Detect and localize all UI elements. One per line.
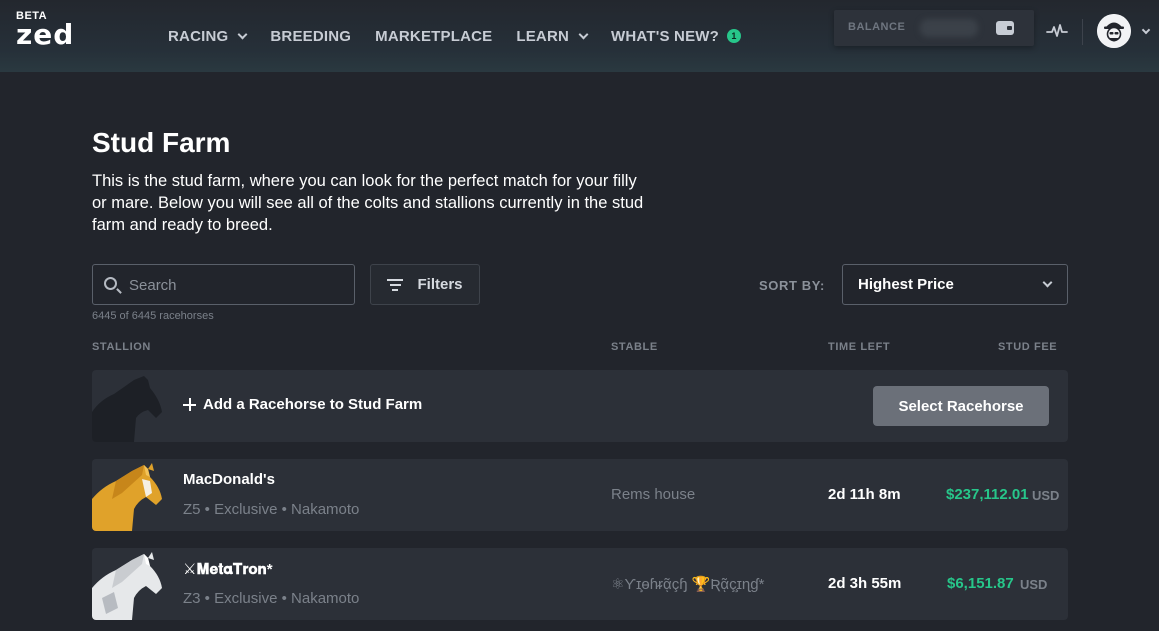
add-racehorse-link[interactable]: Add a Racehorse to Stud Farm (183, 396, 422, 413)
nav-whats-new-label: WHAT'S NEW? (611, 27, 720, 45)
search-icon (104, 277, 117, 290)
horse-stud-fee: $237,112.01 (946, 486, 1029, 503)
nav-marketplace-label: MARKETPLACE (375, 27, 493, 45)
column-header-stable: STABLE (611, 341, 658, 353)
sort-value: Highest Price (858, 276, 954, 293)
horse-time-left: 2d 11h 8m (828, 486, 901, 503)
add-racehorse-label: Add a Racehorse to Stud Farm (203, 396, 423, 413)
search-box[interactable] (92, 264, 355, 305)
chevron-down-icon (1042, 277, 1053, 288)
sort-select[interactable]: Highest Price (842, 264, 1068, 305)
stallion-row[interactable]: MacDonald's Z5 • Exclusive • Nakamoto Re… (92, 459, 1068, 531)
nav-breeding-label: BREEDING (270, 27, 352, 45)
horse-avatar-icon (92, 548, 164, 620)
header-divider (1082, 19, 1083, 45)
chevron-down-icon (237, 29, 248, 39)
column-header-stud-fee: STUD FEE (998, 341, 1058, 353)
plus-icon (183, 398, 196, 411)
result-count: 6445 of 6445 racehorses (92, 310, 214, 322)
stallion-row[interactable]: ⚔𝐌𝐞𝐭𝛂𝐓𝐫𝐨𝐧* Z3 • Exclusive • Nakamoto ⚛Ƴɪ… (92, 548, 1068, 620)
zed-logo[interactable]: BETA zed (16, 10, 76, 50)
horse-avatar-icon (92, 459, 164, 531)
horse-meta: Z3 • Exclusive • Nakamoto (183, 590, 360, 607)
horse-time-left: 2d 3h 55m (828, 575, 902, 592)
nav-racing[interactable]: RACING (168, 27, 248, 45)
nav-whats-new[interactable]: WHAT'S NEW? 1 (611, 27, 742, 45)
page-description: This is the stud farm, where you can loo… (92, 172, 644, 234)
filters-label: Filters (417, 276, 463, 293)
nav-racing-label: RACING (168, 27, 229, 45)
filter-lines-icon (387, 278, 404, 291)
chevron-down-icon[interactable] (1141, 25, 1151, 35)
wallet-icon[interactable] (996, 21, 1014, 35)
zed-wordmark: zed (16, 18, 75, 51)
notification-badge: 1 (727, 29, 742, 43)
horse-stable[interactable]: Rems house (611, 486, 695, 503)
page-title: Stud Farm (92, 127, 231, 158)
nav-breeding[interactable]: BREEDING (270, 28, 351, 45)
horse-silhouette-icon (92, 376, 162, 442)
activity-pulse-icon[interactable] (1046, 22, 1068, 40)
balance-panel[interactable]: BALANCE (834, 10, 1034, 46)
filters-button[interactable]: Filters (370, 264, 480, 305)
balance-value-hidden (920, 19, 978, 37)
horse-fee-currency: USD (1020, 577, 1048, 592)
horse-stable[interactable]: ⚛Ƴɪ̧ɵɦᵲᾷçɧ 🏆Ʀᾷç̧ɪɳɠ* (611, 575, 764, 593)
balance-label: BALANCE (848, 21, 906, 33)
horse-stud-fee: $6,151.87 (947, 575, 1014, 592)
avatar[interactable] (1097, 14, 1131, 48)
column-header-time-left: TIME LEFT (828, 341, 891, 353)
top-nav-bar: BETA zed RACING BREEDING MARKETPLACE LEA… (0, 0, 1159, 72)
horse-name[interactable]: MacDonald's (183, 471, 275, 488)
chevron-down-icon (578, 29, 589, 39)
horse-fee-currency: USD (1032, 488, 1060, 503)
main-nav: RACING BREEDING MARKETPLACE LEARN WHAT'S… (168, 25, 765, 47)
nav-learn-label: LEARN (516, 27, 570, 45)
column-header-stallion: STALLION (92, 341, 151, 353)
nav-marketplace[interactable]: MARKETPLACE (375, 28, 492, 45)
horse-name[interactable]: ⚔𝐌𝐞𝐭𝛂𝐓𝐫𝐨𝐧* (183, 560, 273, 578)
search-input[interactable] (129, 273, 344, 297)
add-racehorse-row: Add a Racehorse to Stud Farm Select Race… (92, 370, 1068, 442)
horse-meta: Z5 • Exclusive • Nakamoto (183, 501, 360, 518)
avatar-icon (1097, 14, 1131, 48)
select-racehorse-button[interactable]: Select Racehorse (873, 386, 1049, 426)
nav-learn[interactable]: LEARN (516, 27, 589, 45)
sort-label: SORT BY: (759, 278, 825, 293)
